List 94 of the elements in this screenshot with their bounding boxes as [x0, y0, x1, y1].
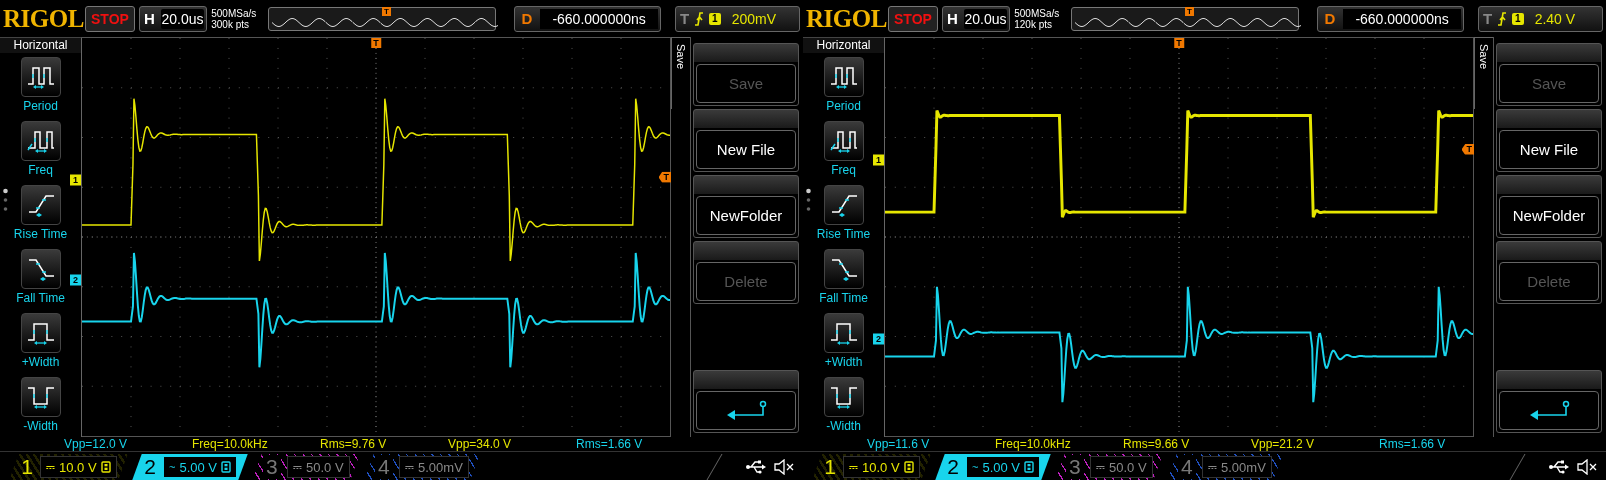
pulse-train-icon	[25, 128, 56, 154]
measure-label: +Width	[824, 355, 863, 369]
measure-button[interactable]	[823, 185, 864, 225]
measure-label: Freq	[831, 163, 856, 177]
back-button[interactable]	[693, 370, 799, 433]
run-stop-button[interactable]: STOP	[85, 5, 135, 32]
measure-button[interactable]	[20, 377, 61, 417]
measurement-value: Rms=1.66 V	[1379, 437, 1447, 451]
positive-pulse-icon	[828, 320, 859, 346]
back-button[interactable]	[1496, 370, 1602, 433]
sample-rate: 500MSa/s	[1014, 7, 1061, 19]
speaker-muted-icon	[1576, 459, 1598, 475]
bandwidth-icon	[100, 461, 111, 473]
trigger-position-marker: T	[371, 38, 381, 48]
rising-edge-icon	[1497, 11, 1508, 26]
menu-title: Save	[674, 44, 688, 72]
trigger-position-marker: T	[381, 6, 391, 16]
channel-marker: 2	[70, 274, 81, 286]
measure-button[interactable]	[20, 121, 61, 161]
timebase-box[interactable]: H 20.0us	[941, 5, 1011, 32]
measure-label: +Width	[21, 355, 60, 369]
negative-pulse-icon	[828, 384, 859, 410]
page-dots-icon	[806, 188, 811, 212]
measurement-value: Rms=1.66 V	[576, 437, 644, 451]
menu-button[interactable]: NewFolder	[1496, 175, 1602, 238]
measure-label: -Width	[23, 419, 58, 433]
usb-icon	[1548, 459, 1570, 475]
bandwidth-icon	[220, 461, 231, 473]
channel-tab[interactable]: 4 ⎓ 5.00mV	[1167, 454, 1283, 480]
measure-button[interactable]	[20, 57, 61, 97]
measure-label: Rise Time	[13, 227, 68, 241]
delay-box[interactable]: D -660.000000ns	[514, 5, 661, 32]
usb-icon	[745, 459, 767, 475]
menu-title: Save	[1477, 44, 1491, 72]
measure-label: Fall Time	[819, 291, 868, 305]
measure-label: -Width	[826, 419, 861, 433]
channel-tab[interactable]: 1 ⎓ 10.0 V	[812, 454, 931, 480]
bandwidth-icon	[903, 461, 914, 473]
channel-tab[interactable]: 4 ⎓ 5.00mV	[364, 454, 480, 480]
timebase-box[interactable]: H 20.0us	[138, 5, 208, 32]
trigger-position-marker: T	[1174, 38, 1184, 48]
menu-title: Horizontal	[0, 38, 81, 53]
measure-button[interactable]	[823, 313, 864, 353]
delay-box[interactable]: D -660.000000ns	[1317, 5, 1464, 32]
positive-pulse-icon	[25, 320, 56, 346]
return-arrow-icon	[725, 399, 767, 422]
measure-button[interactable]	[20, 185, 61, 225]
bandwidth-icon	[1023, 461, 1034, 473]
pulse-train-icon	[828, 64, 859, 90]
trigger-box[interactable]: T 1 200mV	[674, 5, 800, 32]
pulse-train-icon	[25, 64, 56, 90]
measurement-value: Rms=9.66 V	[1123, 437, 1191, 451]
measure-button[interactable]	[823, 377, 864, 417]
measure-button[interactable]	[823, 249, 864, 289]
measure-button[interactable]	[20, 249, 61, 289]
measure-label: Period	[23, 99, 58, 113]
channel-marker: 2	[873, 334, 884, 345]
measurement-value: Rms=9.76 V	[320, 437, 388, 451]
measurement-value: Vpp=11.6 V	[867, 437, 931, 451]
pulse-train-icon	[828, 128, 859, 154]
memory-depth: 300k pts	[211, 18, 251, 30]
measurement-value: Vpp=34.0 V	[448, 437, 513, 451]
measure-label: Fall Time	[16, 291, 65, 305]
speaker-muted-icon	[773, 459, 795, 475]
menu-button[interactable]: New File	[693, 109, 799, 172]
measurement-value: Vpp=12.0 V	[64, 437, 129, 451]
return-arrow-icon	[1528, 399, 1570, 422]
memory-depth: 120k pts	[1014, 18, 1054, 30]
menu-button[interactable]: New File	[1496, 109, 1602, 172]
menu-title: Horizontal	[803, 38, 884, 53]
trigger-position-marker: T	[1184, 6, 1194, 16]
measurement-value: Vpp=21.2 V	[1251, 437, 1316, 451]
trigger-box[interactable]: T 1 2.40 V	[1477, 5, 1603, 32]
rising-edge-icon	[694, 11, 705, 26]
channel-tab[interactable]: 2 ~ 5.00 V	[131, 454, 248, 480]
menu-button[interactable]: NewFolder	[693, 175, 799, 238]
measure-label: Rise Time	[816, 227, 871, 241]
measure-button[interactable]	[823, 57, 864, 97]
page-dots-icon	[3, 188, 8, 212]
trigger-level-marker: T	[658, 171, 671, 183]
measurement-value: Freq=10.0kHz	[192, 437, 269, 451]
measure-label: Freq	[28, 163, 53, 177]
channel-tab[interactable]: 1 ⎓ 10.0 V	[9, 454, 128, 480]
measure-label: Period	[826, 99, 861, 113]
trigger-level-marker: T	[1461, 143, 1474, 155]
channel-marker: 1	[70, 174, 81, 186]
measure-button[interactable]	[823, 121, 864, 161]
sample-rate: 500MSa/s	[211, 7, 258, 19]
measure-button[interactable]	[20, 313, 61, 353]
measurement-value: Freq=10.0kHz	[995, 437, 1072, 451]
negative-pulse-icon	[25, 384, 56, 410]
channel-tab[interactable]: 2 ~ 5.00 V	[934, 454, 1051, 480]
channel-marker: 1	[873, 154, 884, 166]
run-stop-button[interactable]: STOP	[888, 5, 938, 32]
